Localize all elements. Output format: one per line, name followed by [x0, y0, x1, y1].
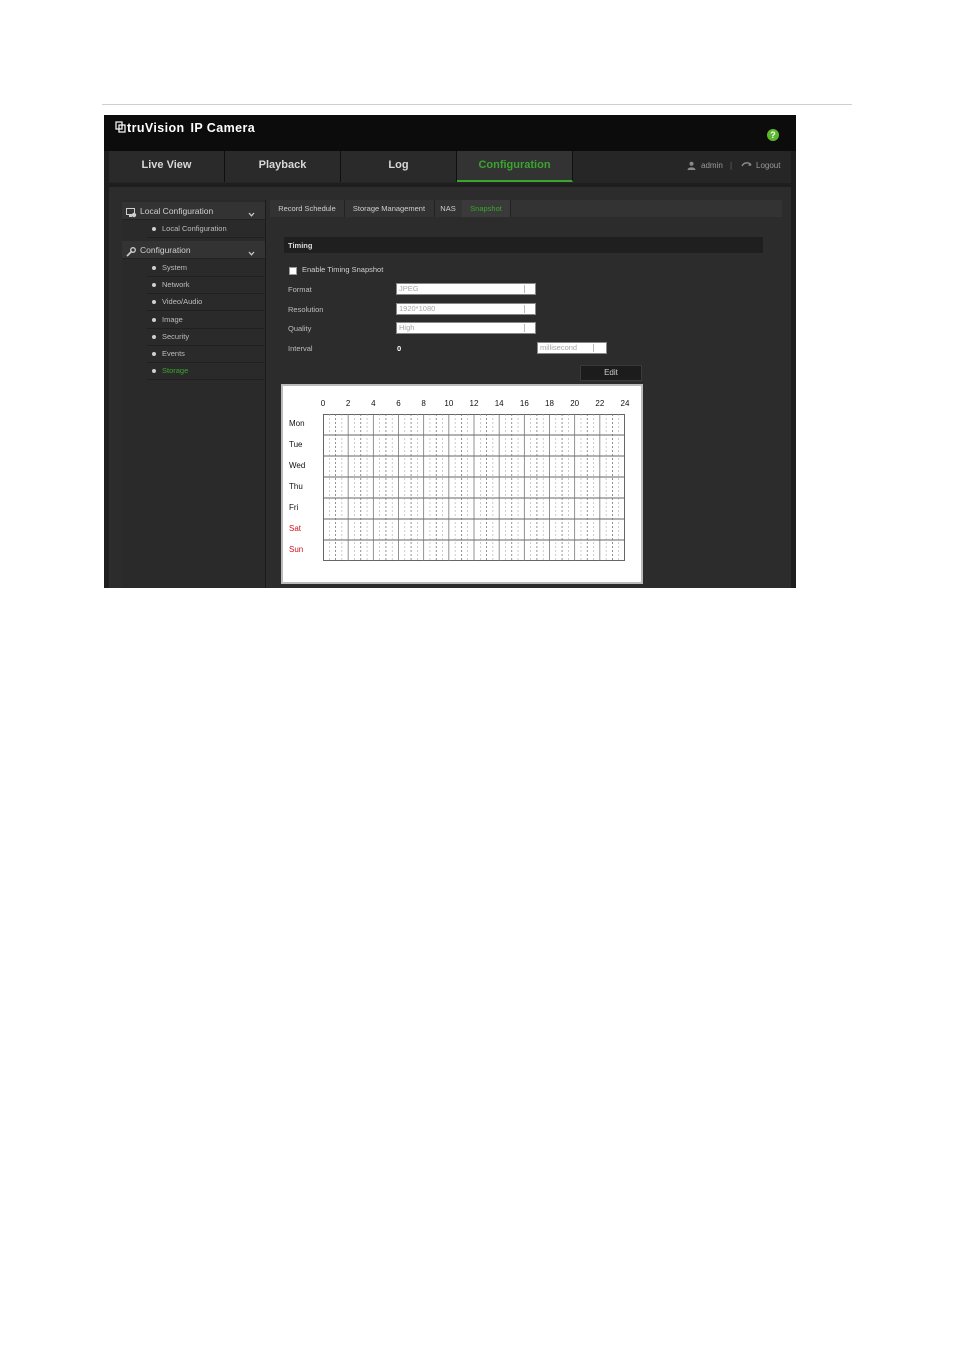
day-label-sat: Sat [289, 524, 302, 533]
hour-label-18: 18 [545, 399, 554, 408]
monitor-gear-icon [126, 205, 137, 223]
page-divider [102, 104, 852, 105]
day-label-mon: Mon [289, 419, 305, 428]
dropdown-divider [524, 305, 525, 313]
bullet-icon [152, 266, 156, 270]
hour-label-24: 24 [620, 399, 630, 408]
subtab-snapshot[interactable]: Snapshot [462, 200, 511, 217]
sidebar-item-events[interactable]: Events [147, 345, 264, 363]
hour-label-6: 6 [396, 399, 401, 408]
sidebar-item-label: System [162, 263, 188, 272]
edit-button[interactable]: Edit [580, 365, 642, 381]
product-name: IP Camera [190, 121, 256, 135]
dropdown-divider [593, 344, 594, 352]
sidebar-item-system[interactable]: System [147, 259, 264, 277]
logout-icon [741, 161, 752, 172]
quality-label: Quality [288, 324, 312, 333]
enable-timing-snapshot-checkbox[interactable] [289, 267, 297, 275]
hour-label-2: 2 [345, 399, 351, 408]
top-bar: truVision IP Camera ? [104, 115, 796, 151]
username[interactable]: admin [701, 161, 723, 170]
day-label-fri: Fri [289, 503, 299, 512]
select-value: 1920*1080 [399, 304, 436, 313]
quality-select[interactable]: High [396, 322, 536, 334]
bullet-icon [152, 318, 156, 322]
sidebar: Local Configuration Local Configuration … [122, 200, 266, 588]
select-value: millisecond [540, 343, 578, 352]
hour-label-16: 16 [519, 399, 529, 408]
bullet-icon [152, 283, 156, 287]
resolution-label: Resolution [288, 305, 324, 314]
sidebar-item-label: Video/Audio [162, 297, 203, 306]
select-value: JPEG [399, 284, 419, 293]
user-separator: | [730, 161, 733, 170]
sidebar-item-storage[interactable]: Storage [147, 362, 264, 380]
subtab-storage-management[interactable]: Storage Management [344, 200, 435, 217]
bullet-icon [152, 335, 156, 339]
bullet-icon [152, 369, 156, 373]
wrench-icon [126, 244, 136, 262]
format-select[interactable]: JPEG [396, 283, 536, 295]
hour-label-8: 8 [421, 399, 426, 408]
sidebar-group-label: Local Configuration [140, 206, 214, 216]
select-value: High [399, 323, 415, 332]
dropdown-divider [524, 324, 525, 332]
day-label-tue: Tue [289, 440, 303, 449]
sidebar-item-label: Local Configuration [162, 224, 227, 233]
brand-name: truVision [127, 121, 185, 135]
bullet-icon [152, 352, 156, 356]
hour-label-20: 20 [570, 399, 580, 408]
tab-log[interactable]: Log [341, 151, 457, 182]
hour-label-10: 10 [444, 399, 454, 408]
interval-input[interactable]: 0 [397, 344, 401, 353]
config-content: Local Configuration Local Configuration … [109, 187, 791, 588]
bullet-icon [152, 300, 156, 304]
tab-configuration[interactable]: Configuration [457, 151, 573, 182]
subtab-nas[interactable]: NAS [434, 200, 463, 217]
camera-web-ui: truVision IP Camera ? Live View Playback … [104, 115, 796, 588]
storage-subtabs: Record Schedule Storage Management NAS S… [270, 200, 782, 217]
sidebar-item-label: Events [162, 349, 185, 358]
snapshot-schedule: 0 2 4 6 8 10 12 14 16 18 20 22 24 Mon Tue Wed Thu Fri Sat… [281, 384, 643, 584]
bullet-icon [152, 227, 156, 231]
sidebar-item-network[interactable]: Network [147, 276, 264, 294]
camera-logo-icon [115, 121, 126, 136]
hour-label-0: 0 [320, 399, 326, 408]
dropdown-divider [524, 285, 525, 293]
app-logo: truVision IP Camera [115, 121, 255, 136]
sidebar-group-configuration[interactable]: Configuration [122, 241, 265, 259]
sidebar-item-label: Network [162, 280, 190, 289]
sidebar-group-local-configuration[interactable]: Local Configuration [122, 202, 265, 220]
day-label-thu: Thu [289, 482, 303, 491]
interval-label: Interval [288, 344, 313, 353]
enable-timing-snapshot-label: Enable Timing Snapshot [302, 265, 384, 274]
interval-unit-select[interactable]: millisecond [537, 342, 607, 354]
day-label-sun: Sun [289, 545, 304, 554]
help-icon[interactable]: ? [767, 129, 779, 141]
section-title: Timing [288, 241, 313, 250]
user-icon [687, 161, 696, 172]
main-nav: Live View Playback Log Configuration adm… [109, 151, 791, 183]
sidebar-item-label: Security [162, 332, 190, 341]
subtab-record-schedule[interactable]: Record Schedule [270, 200, 345, 217]
sidebar-item-label: Storage [162, 366, 189, 375]
tab-live-view[interactable]: Live View [109, 151, 225, 182]
format-label: Format [288, 285, 312, 294]
sidebar-item-local-configuration[interactable]: Local Configuration [147, 220, 264, 238]
sidebar-item-label: Image [162, 315, 183, 324]
sidebar-group-label: Configuration [140, 245, 191, 255]
hour-label-4: 4 [371, 399, 376, 408]
hour-label-12: 12 [469, 399, 479, 408]
hour-label-14: 14 [494, 399, 504, 408]
resolution-select[interactable]: 1920*1080 [396, 303, 536, 315]
sidebar-item-video-audio[interactable]: Video/Audio [147, 293, 264, 311]
schedule-grid[interactable] [323, 414, 625, 561]
sidebar-item-security[interactable]: Security [147, 328, 264, 346]
tab-playback[interactable]: Playback [225, 151, 341, 182]
timing-section-header: Timing [284, 237, 763, 253]
sidebar-item-image[interactable]: Image [147, 311, 264, 329]
logout-link[interactable]: Logout [756, 161, 780, 170]
hour-label-22: 22 [595, 399, 605, 408]
day-label-wed: Wed [289, 461, 306, 470]
